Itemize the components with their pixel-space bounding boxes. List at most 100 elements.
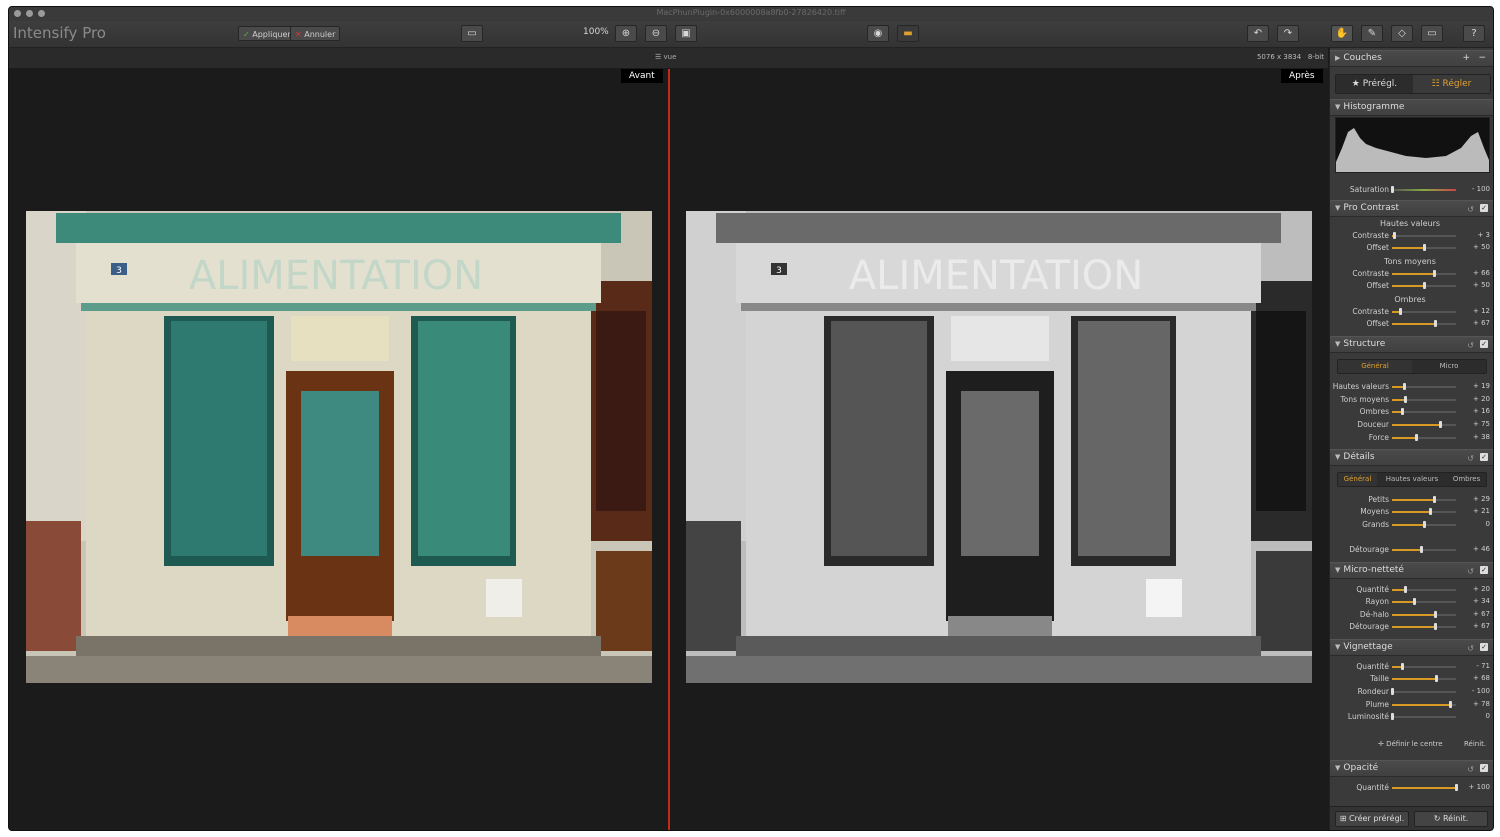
split-divider[interactable]	[668, 69, 670, 830]
pro-contrast-header[interactable]: ▼ Pro Contrast ↺ ✓	[1330, 200, 1493, 217]
slider-row[interactable]: Contraste + 3	[1330, 231, 1493, 241]
slider-knob[interactable]	[1435, 675, 1438, 682]
structure-tab-micro[interactable]: Micro	[1412, 360, 1486, 373]
layers-header[interactable]: ▶ Couches + −	[1330, 50, 1493, 67]
fit-screen-button[interactable]: ▣	[675, 25, 697, 42]
slider-row[interactable]: Quantité - 71	[1330, 662, 1493, 672]
structure-header[interactable]: ▼ Structure ↺ ✓	[1330, 336, 1493, 353]
slider-knob[interactable]	[1401, 408, 1404, 415]
help-button[interactable]: ?	[1463, 25, 1485, 42]
slider-row[interactable]: Dé-halo + 67	[1330, 610, 1493, 620]
reset-icon[interactable]: ↺	[1467, 202, 1474, 217]
slider-row[interactable]: Quantité + 20	[1330, 585, 1493, 595]
slider-knob[interactable]	[1413, 598, 1416, 605]
slider-row[interactable]: Offset + 67	[1330, 319, 1493, 329]
slider-track[interactable]	[1392, 716, 1456, 718]
slider-knob[interactable]	[1433, 496, 1436, 503]
reset-icon[interactable]: ↺	[1467, 451, 1474, 466]
remove-layer-icon[interactable]: −	[1478, 51, 1486, 66]
reset-icon[interactable]: ↺	[1467, 338, 1474, 353]
slider-knob[interactable]	[1415, 434, 1418, 441]
slider-row[interactable]: Grands 0	[1330, 520, 1493, 530]
slider-row[interactable]: Offset + 50	[1330, 281, 1493, 291]
set-center-button[interactable]: ✛ Définir le centre	[1378, 740, 1443, 748]
hand-tool-button[interactable]: ✋	[1331, 25, 1353, 42]
reset-icon[interactable]: ↺	[1467, 762, 1474, 777]
details-tab-shadows[interactable]: Ombres	[1447, 473, 1486, 486]
slider-knob[interactable]	[1391, 713, 1394, 720]
reset-icon[interactable]: ↺	[1467, 564, 1474, 579]
slider-row[interactable]: Contraste + 12	[1330, 307, 1493, 317]
micro-sharpness-header[interactable]: ▼ Micro-netteté ↺ ✓	[1330, 562, 1493, 579]
enable-checkbox[interactable]: ✓	[1480, 453, 1488, 461]
slider-knob[interactable]	[1391, 688, 1394, 695]
vignette-header[interactable]: ▼ Vignettage ↺ ✓	[1330, 639, 1493, 656]
preview-toggle-button[interactable]: ◉	[867, 25, 889, 42]
slider-knob[interactable]	[1455, 784, 1458, 791]
slider-row[interactable]: Petits + 29	[1330, 495, 1493, 505]
saturation-track[interactable]	[1392, 189, 1456, 191]
gradient-tool-button[interactable]: ▭	[1421, 25, 1443, 42]
enable-checkbox[interactable]: ✓	[1480, 340, 1488, 348]
slider-row[interactable]: Détourage + 67	[1330, 622, 1493, 632]
slider-row[interactable]: Contraste + 66	[1330, 269, 1493, 279]
undo-button[interactable]: ↶	[1247, 25, 1269, 42]
enable-checkbox[interactable]: ✓	[1480, 204, 1488, 212]
brush-tool-button[interactable]: ✎	[1361, 25, 1383, 42]
apply-button[interactable]: ✓ Appliquer	[238, 26, 296, 41]
enable-checkbox[interactable]: ✓	[1480, 566, 1488, 574]
enable-checkbox[interactable]: ✓	[1480, 764, 1488, 772]
create-preset-button[interactable]: ⊞ Créer prérégl.	[1335, 811, 1409, 827]
slider-knob[interactable]	[1434, 611, 1437, 618]
zoom-level[interactable]: 100%	[583, 27, 609, 37]
slider-knob[interactable]	[1423, 521, 1426, 528]
saturation-knob[interactable]	[1391, 186, 1394, 193]
details-tab-highlights[interactable]: Hautes valeurs	[1377, 473, 1447, 486]
zoom-out-button[interactable]: ⊖	[645, 25, 667, 42]
eraser-tool-button[interactable]: ◇	[1391, 25, 1413, 42]
reset-icon[interactable]: ↺	[1467, 641, 1474, 656]
tab-adjust[interactable]: ☷ Régler	[1413, 75, 1490, 93]
slider-row[interactable]: Luminosité 0	[1330, 712, 1493, 722]
slider-row[interactable]: Ombres + 16	[1330, 407, 1493, 417]
slider-knob[interactable]	[1434, 320, 1437, 327]
slider-knob[interactable]	[1423, 282, 1426, 289]
slider-track[interactable]	[1392, 235, 1456, 237]
redo-button[interactable]: ↷	[1277, 25, 1299, 42]
slider-knob[interactable]	[1433, 270, 1436, 277]
slider-knob[interactable]	[1423, 244, 1426, 251]
slider-row[interactable]: Force + 38	[1330, 433, 1493, 443]
slider-row[interactable]: Rondeur - 100	[1330, 687, 1493, 697]
details-header[interactable]: ▼ Détails ↺ ✓	[1330, 449, 1493, 466]
cancel-button[interactable]: ✕ Annuler	[290, 26, 341, 41]
structure-tab-general[interactable]: Général	[1338, 360, 1412, 373]
slider-row[interactable]: Détourage + 46	[1330, 545, 1493, 555]
slider-knob[interactable]	[1401, 663, 1404, 670]
slider-knob[interactable]	[1429, 508, 1432, 515]
opacity-header[interactable]: ▼ Opacité ↺ ✓	[1330, 760, 1493, 777]
slider-row[interactable]: Offset + 50	[1330, 243, 1493, 253]
vignette-reset-button[interactable]: Réinit.	[1464, 740, 1486, 748]
slider-row[interactable]: Plume + 78	[1330, 700, 1493, 710]
add-layer-icon[interactable]: +	[1462, 51, 1470, 66]
slider-row[interactable]: Rayon + 34	[1330, 597, 1493, 607]
split-compare-button[interactable]: ▬	[897, 25, 919, 42]
slider-row[interactable]: Taille + 68	[1330, 674, 1493, 684]
slider-knob[interactable]	[1434, 623, 1437, 630]
histogram-header[interactable]: ▼ Histogramme	[1330, 99, 1493, 116]
slider-knob[interactable]	[1404, 586, 1407, 593]
slider-track[interactable]	[1392, 691, 1456, 693]
reset-all-button[interactable]: ↻ Réinit.	[1414, 811, 1488, 827]
slider-row[interactable]: Hautes valeurs + 19	[1330, 382, 1493, 392]
tab-presets[interactable]: ★ Prérégl.	[1336, 75, 1413, 93]
slider-row[interactable]: Tons moyens + 20	[1330, 395, 1493, 405]
details-tab-general[interactable]: Général	[1338, 473, 1377, 486]
slider-knob[interactable]	[1403, 383, 1406, 390]
view-toggle[interactable]: ☰ vue	[655, 53, 676, 61]
compare-view-button[interactable]: ▭	[461, 25, 483, 42]
slider-row[interactable]: Moyens + 21	[1330, 507, 1493, 517]
slider-knob[interactable]	[1449, 701, 1452, 708]
slider-row[interactable]: Douceur + 75	[1330, 420, 1493, 430]
slider-knob[interactable]	[1399, 308, 1402, 315]
slider-row[interactable]: Quantité + 100	[1330, 783, 1493, 793]
